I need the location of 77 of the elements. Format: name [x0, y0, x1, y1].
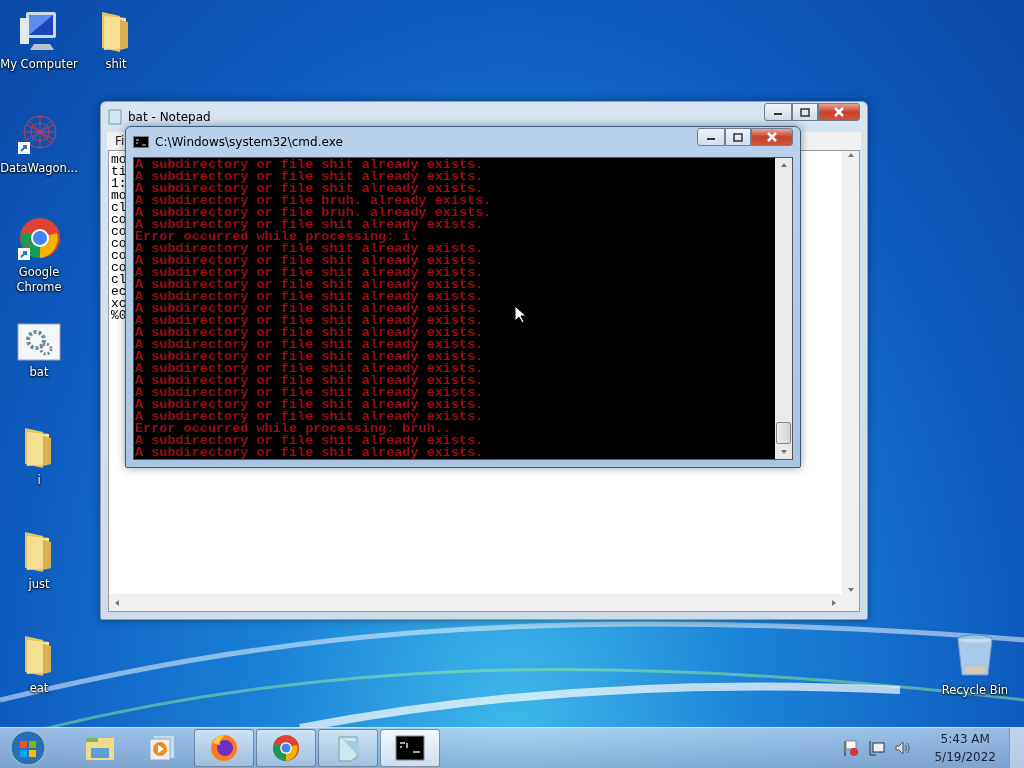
gear-file-icon [16, 322, 62, 362]
speaker-icon[interactable] [894, 739, 913, 757]
console-line: A subdirectory or file shit already exists. [135, 267, 484, 279]
console-line: A subdirectory or file shit already exists. [135, 159, 484, 171]
console-line: A subdirectory or file shit already exists. [135, 435, 484, 447]
scroll-up-icon[interactable] [779, 161, 788, 169]
maximize-button[interactable] [792, 103, 818, 121]
desktop-icon-label[interactable]: bat [29, 365, 49, 380]
console-line: A subdirectory or file shit already exists. [135, 375, 484, 387]
desktop-icon-label[interactable]: Recycle Bin [941, 683, 1009, 698]
taskbar-button[interactable] [380, 729, 440, 767]
clock-date: 5/19/2022 [934, 749, 996, 766]
firefox-icon [209, 733, 239, 763]
desktop-icon-label[interactable]: i [37, 473, 41, 488]
text-line: ti [111, 166, 127, 178]
console-line: Error occurred while processing: bruh.. [135, 423, 451, 435]
console-line: A subdirectory or file shit already exists. [135, 291, 484, 303]
console-line: A subdirectory or file shit already exists. [135, 351, 484, 363]
console-line: A subdirectory or file shit already exists. [135, 363, 484, 375]
show-desktop-button[interactable] [1009, 728, 1024, 768]
desktop-icon-label[interactable]: DataWagon... [0, 161, 78, 176]
desktop-icon-label[interactable]: Google Chrome [0, 265, 80, 295]
console-line: A subdirectory or file shit already exists. [135, 219, 484, 231]
chrome-icon [271, 733, 301, 763]
console-line: A subdirectory or file shit already exists. [135, 243, 484, 255]
scroll-down-icon[interactable] [779, 448, 788, 456]
action-center-flag-icon[interactable] [842, 739, 861, 757]
scroll-left-icon[interactable] [113, 598, 121, 607]
desktop-icon-label[interactable]: eat [29, 681, 49, 696]
console-line: A subdirectory or file shit already exists. [135, 183, 484, 195]
minimize-button[interactable] [697, 128, 725, 146]
console-line: A subdirectory or file bruh. already exists. [135, 207, 492, 219]
close-icon [833, 107, 845, 117]
close-button[interactable] [818, 103, 860, 121]
text-line: cl [111, 202, 127, 214]
clock-time: 5:43 AM [940, 731, 990, 748]
terminal-icon [395, 735, 425, 761]
console-line: A subdirectory or file shit already exists. [135, 327, 484, 339]
console-line: A subdirectory or file shit already exists. [135, 279, 484, 291]
network-icon[interactable] [868, 739, 887, 757]
close-icon [766, 132, 778, 142]
window-title: C:\Windows\system32\cmd.exe [155, 135, 344, 149]
text-line: xc [111, 298, 127, 310]
text-line: 1: [111, 178, 127, 190]
desktop-icon-label[interactable]: My Computer [0, 57, 78, 72]
notepad-icon [108, 109, 122, 125]
scroll-down-icon[interactable] [846, 586, 855, 594]
scroll-thumb[interactable] [776, 422, 791, 444]
scroll-right-icon[interactable] [830, 598, 838, 607]
terminal-icon [133, 136, 149, 148]
close-button[interactable] [751, 128, 793, 146]
text-line: ec [111, 286, 127, 298]
vertical-scrollbar[interactable] [775, 158, 792, 459]
console-line: Error occurred while processing: i. [135, 231, 419, 243]
console-line: A subdirectory or file shit already exists. [135, 339, 484, 351]
chrome-icon [16, 216, 62, 262]
maximize-icon [800, 107, 810, 117]
desktop-icon-label[interactable]: just [28, 577, 50, 592]
maximize-icon [733, 132, 743, 142]
console-line: A subdirectory or file shit already exists. [135, 387, 484, 399]
text-line: cl [111, 274, 127, 286]
console-line: A subdirectory or file shit already exists. [135, 411, 484, 423]
clock[interactable]: 5:43 AM 5/19/2022 [934, 730, 996, 766]
console-line: A subdirectory or file shit already exists. [135, 399, 484, 411]
console-line: A subdirectory or file shit already exists. [135, 303, 484, 315]
console-line: A subdirectory or file shit already exists. [135, 315, 484, 327]
console-line: A subdirectory or file shit already exists. [135, 447, 484, 459]
window-title: bat - Notepad [128, 110, 212, 124]
minimize-button[interactable] [764, 103, 792, 121]
console-line: A subdirectory or file shit already exists. [135, 171, 484, 183]
media-player-icon [148, 734, 176, 762]
console-line: A subdirectory or file bruh. already exists. [135, 195, 492, 207]
desktop-icon-label[interactable]: shit [105, 57, 127, 72]
console-line: A subdirectory or file shit already exists. [135, 255, 484, 267]
menu-item[interactable]: Fi [115, 134, 125, 148]
maximize-button[interactable] [725, 128, 751, 146]
mouse-cursor-icon [514, 305, 526, 324]
